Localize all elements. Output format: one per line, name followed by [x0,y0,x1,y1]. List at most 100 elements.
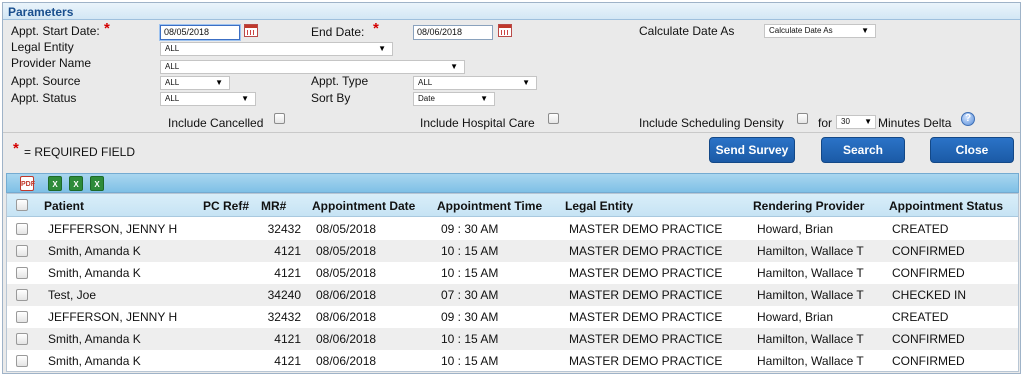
cell-provider: Hamilton, Wallace T [757,332,864,346]
include-density-checkbox[interactable] [797,113,808,124]
column-header[interactable]: Appointment Time [437,199,542,213]
cell-time: 10 : 15 AM [441,266,499,280]
cell-provider: Howard, Brian [757,310,834,324]
column-header[interactable]: PC Ref# [203,199,249,213]
table-row[interactable]: Smith, Amanda K 4121 08/05/2018 10 : 15 AM M… [7,262,1018,284]
close-button[interactable]: Close [930,137,1014,163]
sort-by-label: Sort By [311,91,351,105]
cell-time: 10 : 15 AM [441,244,499,258]
table-row[interactable]: Smith, Amanda K 4121 08/06/2018 10 : 15 AM M… [7,350,1018,371]
pdf-export-icon[interactable]: PDF [20,176,35,191]
search-button[interactable]: Search [821,137,905,163]
column-header[interactable]: Appointment Status [889,199,1003,213]
cell-mr: 4121 [274,354,301,368]
appointments-table: Patient PC Ref# MR# Appointment Date App… [6,193,1019,372]
row-checkbox[interactable] [16,223,28,235]
cell-date: 08/05/2018 [316,266,377,280]
chevron-down-icon: ▼ [864,117,872,126]
minutes-delta-label: Minutes Delta [878,116,952,130]
chevron-down-icon: ▼ [861,26,869,35]
select-all-checkbox[interactable] [16,199,28,211]
chevron-down-icon: ▼ [480,94,488,103]
table-header: Patient PC Ref# MR# Appointment Date App… [7,194,1018,217]
column-header[interactable]: Appointment Date [312,199,415,213]
column-header[interactable]: Legal Entity [565,199,633,213]
provider-name-label: Provider Name [11,56,92,70]
include-hospital-label: Include Hospital Care [420,116,535,130]
end-date-input[interactable]: 08/06/2018 [413,25,493,40]
row-checkbox[interactable] [16,245,28,257]
cell-status: CONFIRMED [892,332,965,346]
table-row[interactable]: Test, Joe 34240 08/06/2018 07 : 30 AM MASTER… [7,284,1018,306]
appt-source-select-value: ALL [165,78,180,87]
appt-type-select[interactable]: ALL ▼ [413,76,537,90]
cell-date: 08/06/2018 [316,310,377,324]
parameters-title: Parameters [8,5,74,19]
cell-time: 09 : 30 AM [441,310,499,324]
cell-date: 08/06/2018 [316,332,377,346]
appt-type-label: Appt. Type [311,74,369,88]
include-hospital-checkbox[interactable] [548,113,559,124]
cell-provider: Hamilton, Wallace T [757,266,864,280]
help-icon[interactable]: ? [961,112,975,126]
legal-entity-select-value: ALL [165,44,180,53]
cell-patient: Smith, Amanda K [48,244,141,258]
table-row[interactable]: Smith, Amanda K 4121 08/06/2018 10 : 15 AM M… [7,328,1018,350]
cell-time: 10 : 15 AM [441,332,499,346]
end-date-calendar-icon[interactable] [498,24,512,37]
row-checkbox[interactable] [16,267,28,279]
cell-mr: 32432 [267,310,301,324]
table-row[interactable]: JEFFERSON, JENNY H 32432 08/06/2018 09 : 30… [7,306,1018,328]
sort-by-select[interactable]: Date ▼ [413,92,495,106]
cell-mr: 34240 [267,288,301,302]
calc-date-select[interactable]: Calculate Date As ▼ [764,24,876,38]
cell-entity: MASTER DEMO PRACTICE [569,354,723,368]
parameters-header: Parameters [3,3,1020,20]
cell-status: CONFIRMED [892,354,965,368]
column-header[interactable]: Rendering Provider [753,199,864,213]
row-checkbox[interactable] [16,333,28,345]
cell-mr: 4121 [274,332,301,346]
start-date-input[interactable]: 08/05/2018 [160,25,240,40]
cell-date: 08/06/2018 [316,354,377,368]
excel-export-icon[interactable]: X [90,176,104,191]
table-row[interactable]: Smith, Amanda K 4121 08/05/2018 10 : 15 AM M… [7,240,1018,262]
cell-patient: JEFFERSON, JENNY H [48,222,178,236]
provider-name-select-value: ALL [165,62,180,71]
cell-date: 08/05/2018 [316,222,377,236]
cell-mr: 4121 [274,244,301,258]
chevron-down-icon: ▼ [241,94,249,103]
include-cancelled-checkbox[interactable] [274,113,285,124]
cell-patient: JEFFERSON, JENNY H [48,310,178,324]
cell-status: CHECKED IN [892,288,967,302]
cell-date: 08/06/2018 [316,288,377,302]
minutes-select-value: 30 [841,117,850,126]
excel-export-icon[interactable]: X [69,176,83,191]
cell-patient: Smith, Amanda K [48,332,141,346]
table-row[interactable]: JEFFERSON, JENNY H 32432 08/05/2018 09 : 30… [7,218,1018,240]
legal-entity-select[interactable]: ALL ▼ [160,42,393,56]
cell-time: 10 : 15 AM [441,354,499,368]
row-checkbox[interactable] [16,311,28,323]
cell-entity: MASTER DEMO PRACTICE [569,288,723,302]
minutes-select[interactable]: 30 ▼ [836,115,876,129]
provider-name-select[interactable]: ALL ▼ [160,60,465,74]
send-survey-button[interactable]: Send Survey [709,137,795,163]
cell-patient: Smith, Amanda K [48,354,141,368]
column-header[interactable]: Patient [44,199,84,213]
row-checkbox[interactable] [16,289,28,301]
appt-status-label: Appt. Status [11,91,77,105]
excel-export-icon[interactable]: X [48,176,62,191]
row-checkbox[interactable] [16,355,28,367]
cell-entity: MASTER DEMO PRACTICE [569,332,723,346]
column-header[interactable]: MR# [261,199,286,213]
appt-source-select[interactable]: ALL ▼ [160,76,230,90]
start-date-calendar-icon[interactable] [244,24,258,37]
appt-status-select[interactable]: ALL ▼ [160,92,256,106]
cell-time: 07 : 30 AM [441,288,499,302]
legal-entity-label: Legal Entity [11,40,74,54]
cell-entity: MASTER DEMO PRACTICE [569,244,723,258]
cell-provider: Howard, Brian [757,222,834,236]
appt-type-select-value: ALL [418,78,433,87]
cell-mr: 4121 [274,266,301,280]
